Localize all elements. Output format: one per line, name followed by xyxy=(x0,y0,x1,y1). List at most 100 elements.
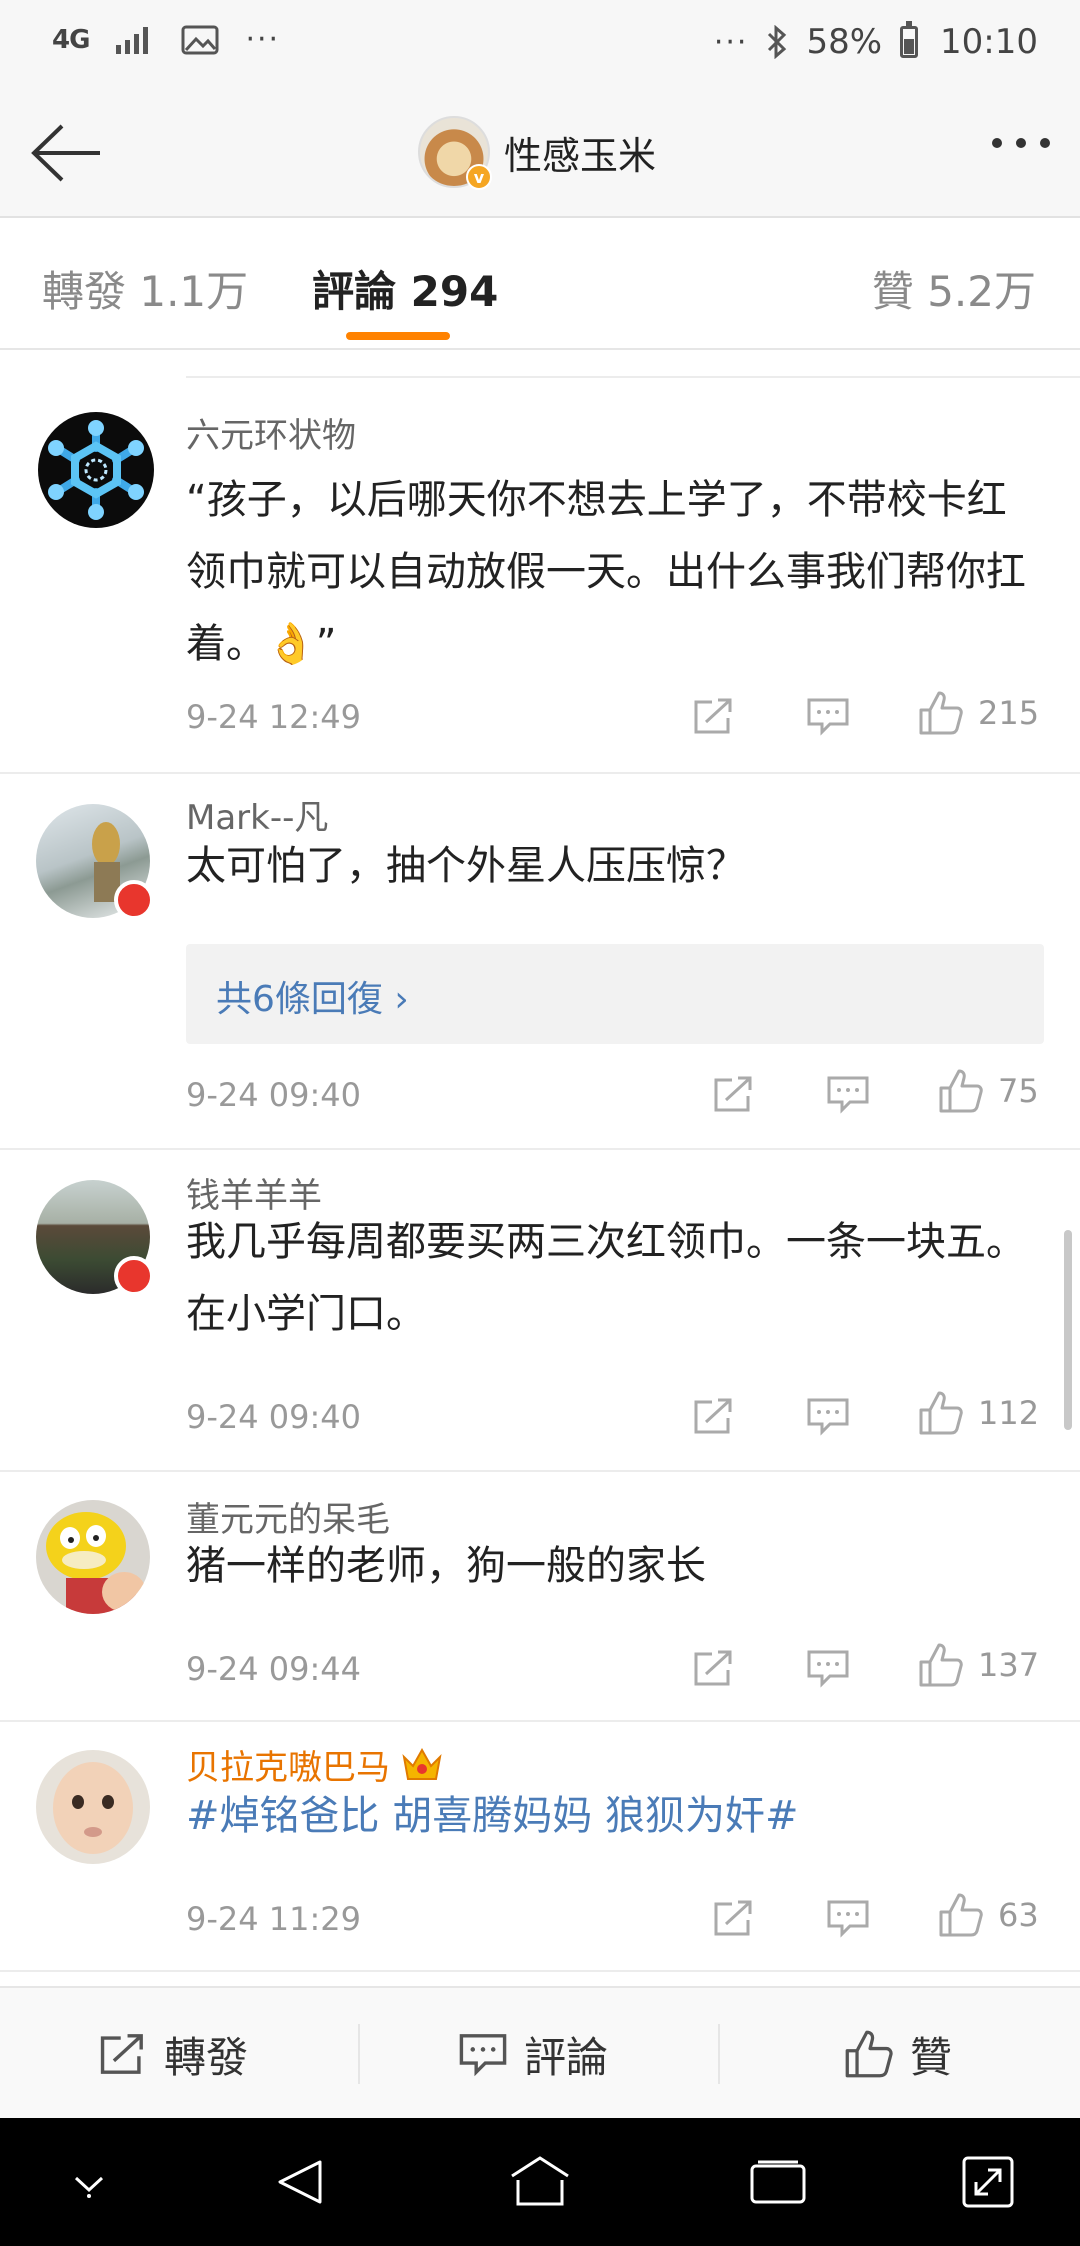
baby-avatar-icon xyxy=(36,1750,150,1864)
comment-text: 我几乎每周都要买两三次红领巾。一条一块五。在小学门口。 xyxy=(186,1219,1026,1337)
share-icon xyxy=(714,1076,752,1112)
reply-button[interactable] xyxy=(826,1074,870,1114)
back-arrow-icon xyxy=(31,124,100,182)
reply-button[interactable] xyxy=(806,1396,850,1436)
comment-username[interactable]: 六元环状物 xyxy=(186,408,356,457)
image-icon xyxy=(181,25,219,54)
avatar[interactable] xyxy=(36,804,156,924)
page-title: 性感玉米 xyxy=(504,133,657,178)
like-count: 63 xyxy=(998,1896,1039,1934)
like-button[interactable]: 112 xyxy=(918,1390,1039,1436)
crown-icon xyxy=(402,1747,442,1780)
avatar[interactable] xyxy=(36,410,156,530)
share-icon xyxy=(714,1900,752,1936)
comment-item: Mark--凡 太可怕了，抽个外星人压压惊？ 共6條回復 › 9-24 09:4… xyxy=(0,774,1080,1150)
clock: 10:10 xyxy=(940,22,1038,62)
comment-item: 六元环状物 “孩子，以后哪天你不想去上学了，不带校卡红领巾就可以自动放假一天。出… xyxy=(0,378,1080,774)
comment-time: 9-24 09:40 xyxy=(186,1398,362,1436)
share-icon xyxy=(694,1398,732,1434)
expand-nav-icon[interactable] xyxy=(960,2154,1016,2210)
thumbs-up-icon xyxy=(939,1893,983,1937)
active-tab-indicator xyxy=(346,332,450,340)
battery-icon xyxy=(900,21,919,58)
like-label: 贊 xyxy=(910,2032,953,2082)
like-count: 137 xyxy=(978,1646,1040,1684)
share-button[interactable] xyxy=(712,1074,756,1114)
like-button[interactable]: 215 xyxy=(918,690,1039,736)
like-post-button[interactable]: 贊 xyxy=(844,1988,952,2120)
divider xyxy=(718,2024,720,2084)
signal-icon xyxy=(116,26,149,54)
comment-icon xyxy=(807,698,849,736)
reply-button[interactable] xyxy=(806,1648,850,1688)
molecule-avatar-icon xyxy=(38,412,154,528)
scrollbar[interactable] xyxy=(1064,1230,1072,1430)
tab-reposts[interactable]: 轉發 1.1万 xyxy=(42,258,248,319)
avatar[interactable] xyxy=(36,1500,156,1620)
tab-bar: 轉發 1.1万 評論 294 贊 5.2万 xyxy=(0,218,1080,350)
comment-item: 贝拉克嗷巴马 #焯铭爸比 胡喜腾妈妈 狼狈为奸# 9-24 11:29 63 xyxy=(0,1722,1080,1972)
comment-text: “孩子，以后哪天你不想去上学了，不带校卡红领巾就可以自动放假一天。出什么事我们帮… xyxy=(186,477,1026,667)
recents-nav-icon[interactable] xyxy=(748,2158,808,2208)
system-navigation-bar xyxy=(0,2118,1080,2246)
share-button[interactable] xyxy=(712,1898,756,1938)
member-badge-icon xyxy=(114,880,154,920)
reply-button[interactable] xyxy=(826,1898,870,1938)
comment-icon xyxy=(807,1650,849,1688)
back-nav-icon[interactable] xyxy=(272,2154,328,2210)
more-icon[interactable] xyxy=(992,138,1050,148)
avatar[interactable] xyxy=(36,1750,156,1870)
back-button[interactable] xyxy=(28,120,104,186)
comment-topic-text[interactable]: #焯铭爸比 胡喜腾妈妈 狼狈为奸# xyxy=(186,1780,1044,1852)
comment-text: 猪一样的老师，狗一般的家长 xyxy=(186,1543,706,1589)
comment-item: 钱羊羊羊 我几乎每周都要买两三次红领巾。一条一块五。在小学门口。 9-24 09… xyxy=(0,1150,1080,1472)
comment-text: 太可怕了，抽个外星人压压惊？ xyxy=(186,843,746,889)
status-bar: 4G ··· ··· 58% 10:10 xyxy=(0,0,1080,90)
hide-keyboard-icon[interactable] xyxy=(64,2164,114,2204)
share-button[interactable] xyxy=(692,1396,736,1436)
thumbs-up-icon xyxy=(919,1391,963,1435)
like-button[interactable]: 137 xyxy=(918,1642,1039,1688)
like-count: 215 xyxy=(978,694,1040,732)
author-avatar[interactable]: v xyxy=(418,116,492,190)
bottom-action-bar: 轉發 評論 贊 xyxy=(0,1986,1080,2118)
comment-time: 9-24 12:49 xyxy=(186,698,362,736)
repost-button[interactable]: 轉發 xyxy=(98,1988,248,2120)
like-button[interactable]: 75 xyxy=(938,1068,1039,1114)
replies-count: 共6條回復 › xyxy=(216,979,409,1020)
top-navigation: v 性感玉米 xyxy=(0,90,1080,218)
duck-avatar-icon xyxy=(36,1500,150,1614)
avatar[interactable] xyxy=(36,1180,156,1300)
thumbs-up-icon xyxy=(845,2030,893,2078)
share-button[interactable] xyxy=(692,1648,736,1688)
post-author[interactable]: v 性感玉米 xyxy=(418,116,657,190)
like-count: 75 xyxy=(998,1072,1039,1110)
comment-icon xyxy=(459,2034,507,2077)
verified-badge: v xyxy=(466,164,492,190)
comment-button[interactable]: 評論 xyxy=(458,1988,608,2120)
comment-time: 9-24 11:29 xyxy=(186,1900,362,1938)
comment-time: 9-24 09:44 xyxy=(186,1650,362,1688)
repost-label: 轉發 xyxy=(164,2032,249,2082)
comment-label: 評論 xyxy=(524,2032,609,2082)
reply-button[interactable] xyxy=(806,696,850,736)
share-icon xyxy=(694,698,732,734)
comment-icon xyxy=(827,1076,869,1114)
network-type: 4G xyxy=(52,24,90,55)
home-nav-icon[interactable] xyxy=(508,2154,572,2210)
divider xyxy=(358,2024,360,2084)
comment-item: 董元元的呆毛 猪一样的老师，狗一般的家长 9-24 09:44 137 xyxy=(0,1472,1080,1722)
share-icon xyxy=(100,2034,143,2074)
thumbs-up-icon xyxy=(919,1643,963,1687)
thumbs-up-icon xyxy=(919,691,963,735)
tab-likes[interactable]: 贊 5.2万 xyxy=(872,258,1036,319)
member-badge-icon xyxy=(114,1256,154,1296)
tab-comments[interactable]: 評論 294 xyxy=(312,258,498,319)
bluetooth-icon xyxy=(768,25,787,59)
like-button[interactable]: 63 xyxy=(938,1892,1039,1938)
share-button[interactable] xyxy=(692,696,736,736)
status-more: ··· xyxy=(245,22,281,57)
replies-link[interactable]: 共6條回復 › xyxy=(186,944,1044,1044)
share-icon xyxy=(694,1650,732,1686)
battery-percent: 58% xyxy=(806,22,883,62)
